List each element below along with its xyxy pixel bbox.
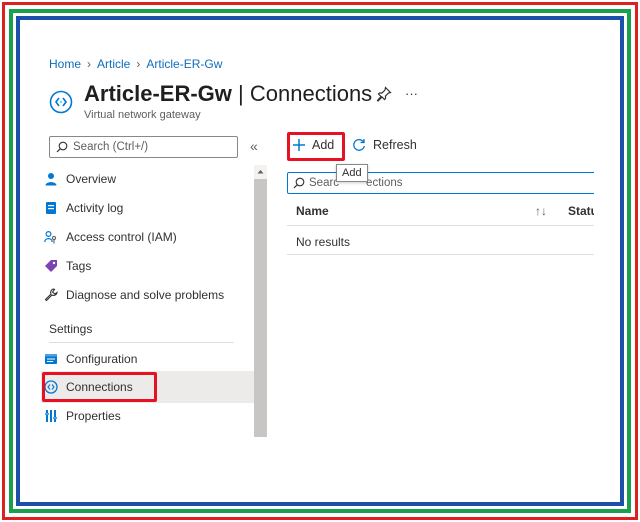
sidebar-item-label: Tags: [66, 259, 92, 273]
overview-icon: [44, 172, 58, 186]
add-highlight-box: [287, 132, 345, 161]
gateway-icon: [49, 90, 73, 114]
wrench-icon: [44, 288, 58, 302]
sidebar-item-iam[interactable]: Access control (IAM): [44, 224, 254, 250]
sidebar-item-label: Properties: [66, 409, 121, 423]
breadcrumb-chevron-icon: ›: [136, 57, 141, 71]
title-separator: |: [231, 81, 250, 106]
sidebar-item-label: Configuration: [66, 352, 138, 366]
sidebar-search-input[interactable]: Search (Ctrl+/): [49, 136, 238, 158]
add-tooltip: Add: [336, 164, 368, 182]
sidebar-item-overview[interactable]: Overview: [44, 166, 254, 192]
connections-search-input[interactable]: Searc ections: [287, 172, 594, 194]
sidebar-scrollbar[interactable]: [254, 165, 267, 437]
sidebar-item-tags[interactable]: Tags: [44, 253, 254, 279]
collapse-sidebar-icon[interactable]: «: [250, 138, 258, 154]
row-divider: [287, 254, 594, 255]
more-actions-icon[interactable]: ···: [405, 86, 418, 101]
scroll-up-arrow-icon[interactable]: [254, 165, 267, 179]
breadcrumb: Home › Article › Article-ER-Gw: [49, 57, 222, 71]
iam-icon: [44, 230, 58, 244]
breadcrumb-chevron-icon: ›: [87, 57, 92, 71]
header-divider: [287, 225, 594, 226]
sidebar-item-diagnose[interactable]: Diagnose and solve problems: [44, 282, 254, 308]
search-icon: [293, 177, 305, 189]
sidebar-item-label: Access control (IAM): [66, 230, 177, 244]
page-name: Connections: [249, 81, 373, 106]
pin-icon[interactable]: [376, 86, 392, 102]
sidebar-item-label: Activity log: [66, 201, 124, 215]
search-placeholder-end: ections: [366, 177, 403, 189]
tag-icon: [44, 259, 58, 273]
column-header-status[interactable]: Statu: [568, 204, 594, 218]
sidebar-item-properties[interactable]: Properties: [44, 403, 254, 429]
sort-icon[interactable]: ↑↓: [535, 204, 547, 218]
refresh-button-label: Refresh: [373, 138, 417, 152]
breadcrumb-gateway[interactable]: Article-ER-Gw: [146, 57, 222, 71]
properties-icon: [44, 409, 58, 423]
search-icon: [56, 141, 68, 153]
page-subtitle: Virtual network gateway: [84, 109, 201, 121]
activity-log-icon: [44, 201, 58, 215]
search-placeholder-start: Searc: [309, 177, 340, 189]
breadcrumb-article[interactable]: Article: [97, 57, 130, 71]
configuration-icon: [44, 352, 58, 366]
sidebar-search-placeholder: Search (Ctrl+/): [73, 141, 149, 153]
portal-screen: Home › Article › Article-ER-Gw Article-E…: [22, 22, 594, 496]
sidebar-item-label: Overview: [66, 172, 117, 186]
refresh-button[interactable]: Refresh: [352, 138, 417, 152]
connections-highlight-box: [42, 372, 157, 402]
sidebar-item-configuration[interactable]: Configuration: [44, 346, 254, 372]
refresh-icon: [353, 139, 365, 151]
breadcrumb-home[interactable]: Home: [49, 57, 81, 71]
page-title: Article-ER-Gw | Connections: [84, 81, 372, 107]
empty-results-text: No results: [296, 235, 351, 249]
section-divider: [49, 342, 234, 343]
sidebar-item-label: Diagnose and solve problems: [66, 288, 225, 302]
settings-section-heading: Settings: [49, 322, 93, 336]
column-header-name[interactable]: Name: [296, 204, 329, 218]
sidebar-item-activity-log[interactable]: Activity log: [44, 195, 254, 221]
resource-name: Article-ER-Gw: [84, 81, 232, 106]
